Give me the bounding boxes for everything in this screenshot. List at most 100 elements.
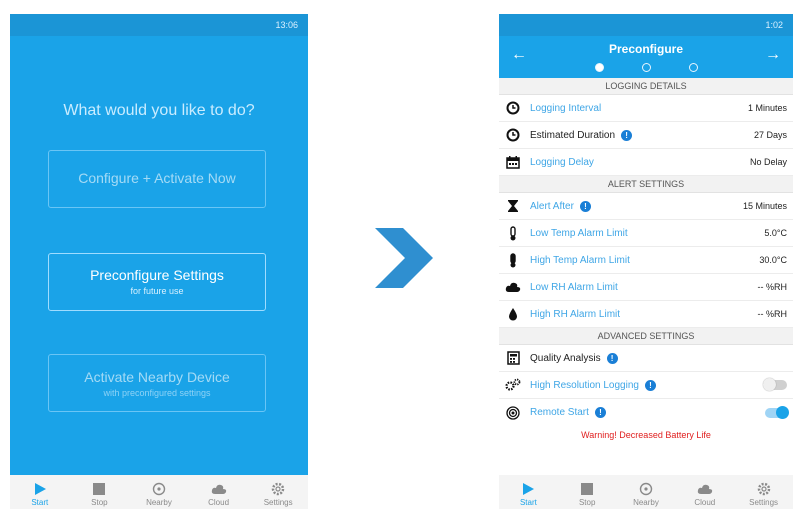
battery-warning: Warning! Decreased Battery Life xyxy=(581,430,711,440)
play-icon xyxy=(34,483,46,495)
low-temp-label: Low Temp Alarm Limit xyxy=(530,227,628,239)
tab-start[interactable]: Start xyxy=(12,481,68,507)
tab-nearby-label: Nearby xyxy=(633,498,659,507)
alert-settings-header: ALERT SETTINGS xyxy=(499,176,793,193)
tab-nearby[interactable]: Nearby xyxy=(131,481,187,507)
logging-interval-value: 1 Minutes xyxy=(747,103,787,113)
tab-start-label: Start xyxy=(31,498,49,507)
high-temp-value: 30.0°C xyxy=(759,255,787,265)
logging-details-header: LOGGING DETAILS xyxy=(499,78,793,95)
cloud-icon xyxy=(697,484,712,494)
high-resolution-label: High Resolution Logging xyxy=(530,379,639,391)
high-rh-label: High RH Alarm Limit xyxy=(530,308,621,320)
tab-settings-label: Settings xyxy=(263,498,293,507)
tab-stop[interactable]: Stop xyxy=(559,481,615,507)
low-temp-row[interactable]: Low Temp Alarm Limit 5.0°C xyxy=(499,220,793,247)
tab-stop[interactable]: Stop xyxy=(71,481,127,507)
header-bar: ← Preconfigure → xyxy=(499,36,793,78)
configure-activate-label: Configure + Activate Now xyxy=(78,170,236,186)
logging-delay-label: Logging Delay xyxy=(530,156,594,168)
forward-arrow-icon[interactable]: → xyxy=(765,46,781,64)
tab-cloud-label: Cloud xyxy=(208,498,230,507)
clock-icon xyxy=(506,101,520,115)
thermometer-low-icon xyxy=(510,225,516,240)
alert-after-label: Alert After xyxy=(530,200,574,212)
play-icon xyxy=(523,483,535,495)
high-temp-row[interactable]: High Temp Alarm Limit 30.0°C xyxy=(499,247,793,274)
low-rh-row[interactable]: Low RH Alarm Limit -- %RH xyxy=(499,274,793,301)
tab-cloud-label: Cloud xyxy=(694,498,716,507)
preconfigure-sublabel: for future use xyxy=(130,286,184,296)
droplet-icon xyxy=(509,308,517,321)
start-screen: 13:06 What would you like to do? Configu… xyxy=(10,14,308,509)
info-icon[interactable]: ! xyxy=(579,200,591,212)
status-time: 13:06 xyxy=(275,20,298,30)
alert-after-value: 15 Minutes xyxy=(742,201,787,211)
step-indicator xyxy=(499,63,793,72)
status-bar: 13:06 xyxy=(10,14,308,36)
high-temp-label: High Temp Alarm Limit xyxy=(530,254,630,266)
preconfigure-settings-button[interactable]: Preconfigure Settings for future use xyxy=(48,253,266,311)
info-icon[interactable]: ! xyxy=(621,129,633,141)
estimated-duration-row: Estimated Duration ! 27 Days xyxy=(499,122,793,149)
tab-stop-label: Stop xyxy=(578,498,596,507)
cloud-icon xyxy=(211,484,226,494)
high-rh-value: -- %RH xyxy=(757,309,788,319)
info-icon[interactable]: ! xyxy=(606,352,618,364)
step-dot-3 xyxy=(688,63,698,72)
preconfigure-label: Preconfigure Settings xyxy=(90,267,224,283)
remote-start-toggle[interactable] xyxy=(765,405,789,419)
gear-icon xyxy=(271,482,285,496)
status-bar: 1:02 xyxy=(499,14,793,36)
page-title: Preconfigure xyxy=(608,42,683,56)
info-icon[interactable]: ! xyxy=(644,379,656,391)
gear-icon xyxy=(757,482,770,496)
hourglass-icon xyxy=(508,200,518,212)
tab-settings[interactable]: Settings xyxy=(250,481,306,507)
cloud-icon xyxy=(505,282,521,292)
info-icon[interactable]: ! xyxy=(594,407,606,418)
quality-analysis-row[interactable]: Quality Analysis ! xyxy=(499,345,793,372)
tab-cloud[interactable]: Cloud xyxy=(191,481,247,507)
status-time: 1:02 xyxy=(765,20,783,30)
tab-start-label: Start xyxy=(519,498,537,507)
logging-interval-label: Logging Interval xyxy=(530,102,602,114)
configure-activate-button[interactable]: Configure + Activate Now xyxy=(48,150,266,208)
tab-start[interactable]: Start xyxy=(500,481,556,507)
stop-icon xyxy=(93,483,106,495)
bottom-tab-bar: Start Stop Nearby Cloud Settings xyxy=(10,475,308,509)
chevron-right-icon xyxy=(375,228,433,288)
clock-icon xyxy=(506,128,520,142)
high-resolution-toggle[interactable] xyxy=(763,378,787,391)
nearby-icon xyxy=(639,482,653,496)
low-temp-value: 5.0°C xyxy=(764,228,787,238)
estimated-duration-value: 27 Days xyxy=(753,130,787,140)
advanced-settings-header: ADVANCED SETTINGS xyxy=(499,328,793,345)
tab-nearby-label: Nearby xyxy=(146,498,172,507)
alert-after-row[interactable]: Alert After ! 15 Minutes xyxy=(499,193,793,220)
tab-stop-label: Stop xyxy=(91,498,108,507)
step-dot-2 xyxy=(641,63,651,72)
remote-signal-icon xyxy=(506,405,520,420)
prompt-heading: What would you like to do? xyxy=(63,102,255,119)
tab-settings[interactable]: Settings xyxy=(736,481,792,507)
logging-interval-row[interactable]: Logging Interval 1 Minutes xyxy=(499,95,793,122)
bottom-tab-bar: Start Stop Nearby Cloud Settings xyxy=(499,475,793,509)
remote-start-row: Remote Start ! xyxy=(499,399,793,426)
logging-delay-value: No Delay xyxy=(749,157,787,167)
activate-nearby-label: Activate Nearby Device xyxy=(84,369,230,385)
high-rh-row[interactable]: High RH Alarm Limit -- %RH xyxy=(499,301,793,328)
estimated-duration-label: Estimated Duration xyxy=(530,129,616,141)
tab-settings-label: Settings xyxy=(749,498,779,507)
remote-start-label: Remote Start xyxy=(530,407,589,418)
thermometer-high-icon xyxy=(510,252,516,267)
high-resolution-row: High Resolution Logging ! xyxy=(499,372,793,399)
logging-delay-row[interactable]: Logging Delay No Delay xyxy=(499,149,793,176)
gears-icon xyxy=(505,378,521,391)
step-dot-1 xyxy=(594,63,604,72)
tab-cloud[interactable]: Cloud xyxy=(677,481,733,507)
tab-nearby[interactable]: Nearby xyxy=(618,481,674,507)
quality-analysis-label: Quality Analysis xyxy=(530,352,601,364)
activate-nearby-button[interactable]: Activate Nearby Device with preconfigure… xyxy=(48,354,266,412)
nearby-icon xyxy=(152,482,166,496)
